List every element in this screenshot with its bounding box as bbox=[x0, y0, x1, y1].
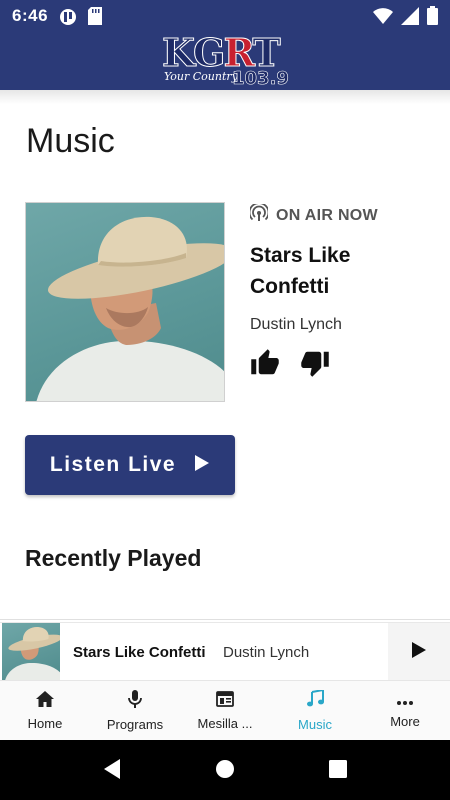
thumbs-up-icon[interactable] bbox=[250, 348, 280, 378]
back-icon[interactable] bbox=[102, 758, 122, 785]
mini-play-button[interactable] bbox=[388, 623, 450, 681]
play-icon bbox=[194, 454, 210, 477]
recents-icon[interactable] bbox=[328, 758, 348, 785]
mini-player-title: Stars Like Confetti bbox=[73, 644, 206, 661]
system-nav-bar bbox=[0, 740, 450, 800]
album-art bbox=[25, 202, 225, 402]
battery-icon bbox=[427, 6, 438, 30]
microphone-icon bbox=[128, 689, 142, 713]
listen-live-button[interactable]: Listen Live bbox=[25, 435, 235, 495]
now-playing-artist: Dustin Lynch bbox=[250, 316, 342, 333]
music-note-icon bbox=[306, 688, 324, 713]
more-dots-icon bbox=[397, 692, 413, 710]
record-icon bbox=[58, 7, 78, 32]
nav-item-mesilla[interactable]: Mesilla ... bbox=[180, 681, 270, 740]
app-header: 6:46 KGRT Your Country 103.9 bbox=[0, 0, 450, 90]
listen-live-label: Listen Live bbox=[49, 453, 177, 476]
nav-label: Programs bbox=[106, 716, 164, 732]
nav-item-programs[interactable]: Programs bbox=[90, 681, 180, 740]
recently-played-heading: Recently Played bbox=[25, 545, 202, 571]
home-icon bbox=[36, 690, 54, 712]
signal-icon bbox=[401, 6, 419, 30]
nav-item-music[interactable]: Music bbox=[270, 681, 360, 740]
nav-label: More bbox=[390, 714, 420, 729]
page-title: Music bbox=[26, 122, 115, 160]
divider bbox=[0, 619, 450, 620]
nav-label: Music bbox=[298, 716, 332, 732]
bottom-nav: Home Programs Mesilla ... Music More bbox=[0, 680, 450, 740]
on-air-label: ON AIR NOW bbox=[276, 206, 378, 224]
mini-player[interactable]: Stars Like Confetti Dustin Lynch bbox=[0, 622, 450, 681]
mini-player-artist: Dustin Lynch bbox=[223, 644, 310, 661]
mini-player-art bbox=[2, 623, 60, 681]
wifi-icon bbox=[373, 7, 393, 30]
home-circle-icon[interactable] bbox=[215, 758, 235, 785]
logo-tagline: Your Country bbox=[164, 70, 238, 83]
station-logo: KGRT Your Country 103.9 bbox=[160, 30, 290, 90]
nav-label: Mesilla ... bbox=[197, 715, 253, 731]
logo-frequency: 103.9 bbox=[232, 68, 290, 90]
broadcast-icon bbox=[248, 202, 270, 227]
now-playing-title: Stars Like Confetti bbox=[250, 244, 351, 298]
status-time: 6:46 bbox=[12, 6, 49, 25]
nav-label: Home bbox=[27, 715, 63, 731]
newspaper-icon bbox=[216, 690, 234, 712]
play-icon bbox=[411, 641, 427, 664]
nav-item-home[interactable]: Home bbox=[0, 681, 90, 740]
header-shadow bbox=[0, 90, 450, 104]
thumbs-down-icon[interactable] bbox=[300, 348, 330, 378]
on-air-indicator: ON AIR NOW bbox=[248, 202, 378, 227]
status-bar: 6:46 bbox=[0, 0, 450, 32]
nav-item-more[interactable]: More bbox=[360, 681, 450, 740]
sd-card-icon bbox=[88, 7, 102, 30]
